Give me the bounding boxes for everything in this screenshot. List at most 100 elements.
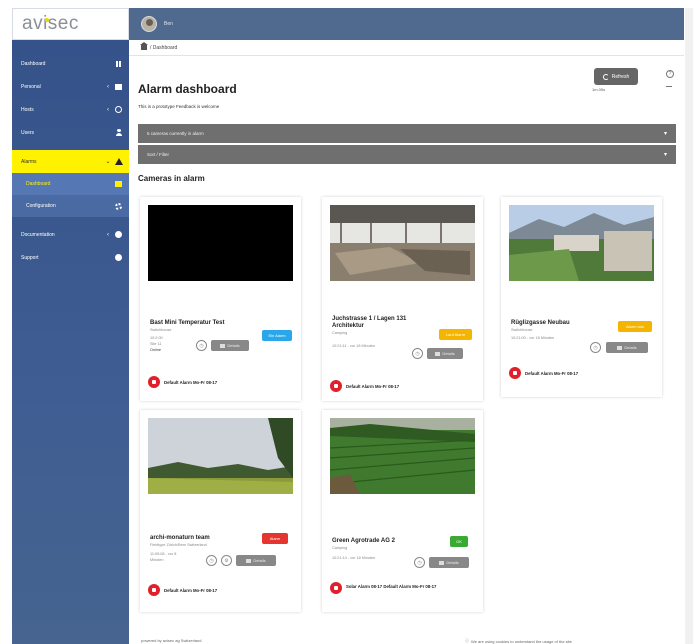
status-badge: Alarm bbox=[262, 533, 288, 544]
refresh-label: Refresh bbox=[611, 73, 630, 80]
sidebar-item-dashboard[interactable]: Dashboard bbox=[12, 52, 129, 75]
clock-icon bbox=[114, 105, 123, 114]
footer-credit: powered by avisec ag Switzerland bbox=[141, 638, 202, 643]
gear-icon bbox=[114, 202, 123, 211]
sidebar-item-label: Dashboard bbox=[21, 60, 46, 67]
alarm-profile[interactable]: Default Alarm Mo-Fr 08-17 bbox=[330, 380, 399, 392]
sidebar: avisec Dashboard Personal ‹ Hosts ‹ User… bbox=[12, 8, 129, 644]
camera-name: Bast Mini Temperatur Test bbox=[150, 320, 225, 326]
camera-location: Camping bbox=[332, 546, 348, 550]
sidebar-item-hosts[interactable]: Hosts ‹ bbox=[12, 98, 129, 121]
sidebar-item-label: Configuration bbox=[26, 203, 56, 209]
sidebar-item-support[interactable]: Support bbox=[12, 246, 129, 269]
details-button[interactable]: Details bbox=[606, 342, 648, 353]
camera-card[interactable]: Juchstrasse 1 / Lagen 131 Architektur Ca… bbox=[322, 197, 483, 401]
details-button[interactable]: Details bbox=[236, 555, 276, 566]
sidebar-item-label: Hosts bbox=[21, 106, 34, 113]
camera-name: Green Agrotrade AG 2 bbox=[332, 538, 395, 544]
cookie-notice-text: We are using cookies to understand the u… bbox=[471, 638, 572, 644]
dot-icon bbox=[114, 230, 123, 239]
alarm-profile[interactable]: Default Alarm Mo-Fr 08-17 bbox=[148, 584, 217, 596]
camera-location: Fieldtype Zürich/Bern Switzerland bbox=[150, 543, 207, 547]
video-icon bbox=[439, 560, 445, 565]
alarm-icon bbox=[330, 582, 342, 594]
camera-location: Switchhouse bbox=[511, 328, 533, 332]
alarm-icon bbox=[148, 376, 160, 388]
camera-thumbnail[interactable] bbox=[148, 205, 293, 281]
video-icon bbox=[617, 345, 623, 350]
user-name[interactable]: Ben bbox=[164, 21, 173, 27]
video-icon bbox=[220, 343, 226, 348]
sidebar-item-label: Support bbox=[21, 254, 39, 261]
collapse-icon[interactable] bbox=[666, 86, 672, 87]
video-icon bbox=[246, 558, 252, 563]
details-button[interactable]: Details bbox=[211, 340, 249, 351]
alarm-profile-label: Default Alarm Mo-Fr 08-17 bbox=[164, 379, 218, 385]
alarm-profile-label: Solar Alarm 08-17 Default Alarm Mo-Fr 08… bbox=[346, 584, 437, 589]
status-badge: Alarm aus bbox=[618, 321, 652, 332]
sidebar-subitem-configuration[interactable]: Configuration bbox=[12, 195, 129, 217]
home-icon[interactable] bbox=[140, 42, 148, 50]
details-button[interactable]: Details bbox=[427, 348, 463, 359]
refresh-interval: 1m 00s bbox=[592, 87, 606, 92]
sidebar-item-users[interactable]: Users bbox=[12, 121, 129, 144]
sidebar-item-documentation[interactable]: Documentation ‹ bbox=[12, 223, 129, 246]
page-subtitle: This is a prototype Feedback is welcome bbox=[138, 104, 220, 109]
section-title: Cameras in alarm bbox=[138, 174, 205, 183]
avatar[interactable] bbox=[141, 16, 157, 32]
camera-name: Rüglizgasse Neubau bbox=[511, 320, 570, 326]
top-bar: Ben bbox=[129, 8, 684, 40]
chevron-down-icon: ▾ bbox=[663, 152, 667, 158]
camera-thumbnail[interactable] bbox=[330, 205, 475, 281]
alarm-summary-bar[interactable]: 5 cameras currently in alarm ▾ bbox=[138, 124, 676, 143]
sort-filter-bar[interactable]: Sort / Filter ▾ bbox=[138, 145, 676, 164]
settings-icon[interactable]: ⚙ bbox=[221, 555, 232, 566]
clock-icon[interactable]: ◷ bbox=[196, 340, 207, 351]
clock-icon[interactable]: ◷ bbox=[590, 342, 601, 353]
scrollbar[interactable] bbox=[685, 8, 693, 644]
logo-text: avisec bbox=[22, 13, 79, 34]
chevron-down-icon: ⌄ bbox=[105, 159, 111, 165]
details-button[interactable]: Details bbox=[429, 557, 469, 568]
help-icon[interactable]: ? bbox=[666, 70, 674, 78]
camera-thumbnail[interactable] bbox=[509, 205, 654, 281]
sidebar-item-personal[interactable]: Personal ‹ bbox=[12, 75, 129, 98]
clock-icon[interactable]: ◷ bbox=[412, 348, 423, 359]
alarm-profile[interactable]: Default Alarm Mo-Fr 08-17 bbox=[509, 367, 578, 379]
camera-card[interactable]: Rüglizgasse Neubau Switchhouse 10:21:00 … bbox=[501, 197, 662, 397]
status-badge: Ein Alarm bbox=[262, 330, 292, 341]
alarm-icon bbox=[148, 584, 160, 596]
alarm-profile[interactable]: Default Alarm Mo-Fr 08-17 bbox=[148, 376, 217, 388]
refresh-button[interactable]: Refresh bbox=[594, 68, 638, 85]
sidebar-item-label: Users bbox=[21, 129, 35, 136]
sidebar-item-label: Dashboard bbox=[26, 181, 51, 187]
grid-icon bbox=[114, 59, 123, 68]
cookie-notice: ⓘ We are using cookies to understand the… bbox=[465, 638, 572, 644]
camera-thumbnail[interactable] bbox=[330, 418, 475, 494]
breadcrumb: / Dashboard bbox=[129, 40, 684, 56]
camera-thumbnail[interactable] bbox=[148, 418, 293, 494]
dot-icon bbox=[114, 253, 123, 262]
chevron-down-icon: ▾ bbox=[663, 131, 667, 137]
breadcrumb-current: / Dashboard bbox=[150, 44, 178, 51]
clock-icon[interactable]: ◷ bbox=[206, 555, 217, 566]
details-label: Details bbox=[624, 345, 637, 350]
camera-card[interactable]: Green Agrotrade AG 2 Camping 10:21:14 - … bbox=[322, 410, 483, 612]
logo-dot-icon bbox=[45, 18, 49, 22]
camera-time-unit: Minuten bbox=[150, 558, 164, 562]
sidebar-subitem-dashboard[interactable]: Dashboard bbox=[12, 173, 129, 195]
camera-time: 10:2:00 bbox=[150, 336, 163, 340]
person-icon bbox=[114, 128, 123, 137]
details-label: Details bbox=[442, 351, 455, 356]
camera-card[interactable]: archi-monaturn team Fieldtype Zürich/Ber… bbox=[140, 410, 301, 612]
refresh-icon bbox=[602, 73, 609, 80]
video-icon bbox=[435, 351, 441, 356]
alarm-profile[interactable]: Solar Alarm 08-17 Default Alarm Mo-Fr 08… bbox=[330, 582, 475, 594]
camera-card[interactable]: Bast Mini Temperatur Test Switchhouse 10… bbox=[140, 197, 301, 401]
status-badge: Lauf Alarm bbox=[439, 329, 472, 340]
logo[interactable]: avisec bbox=[12, 8, 129, 40]
clock-icon[interactable]: ◷ bbox=[414, 557, 425, 568]
sidebar-item-label: Alarms bbox=[21, 158, 37, 165]
sidebar-item-alarms[interactable]: Alarms ⌄ bbox=[12, 150, 129, 173]
alarm-profile-label: Default Alarm Mo-Fr 08-17 bbox=[164, 587, 218, 593]
